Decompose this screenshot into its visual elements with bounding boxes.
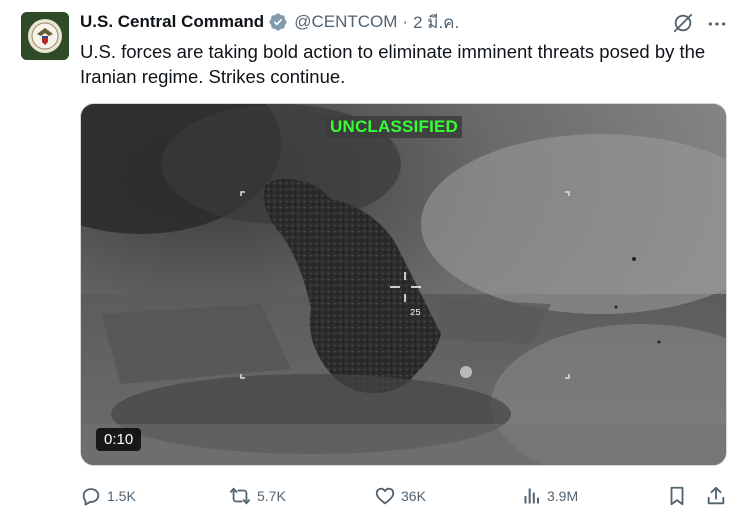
tweet-text: U.S. forces are taking bold action to el… (80, 41, 706, 87)
action-bar: 1.5K 5.7K 36K 3.9M (0, 482, 743, 510)
like-icon (374, 485, 396, 507)
bookmark-icon (666, 485, 688, 507)
tweet-header: U.S. Central Command @CENTCOM · 2 มี.ค. (80, 11, 459, 33)
reply-count: 1.5K (107, 488, 136, 504)
avatar[interactable] (21, 12, 69, 60)
share-icon (705, 485, 727, 507)
views-button[interactable]: 3.9M (522, 482, 578, 510)
video-duration: 0:10 (96, 428, 142, 451)
reticle-readout: 25 (410, 308, 421, 318)
reply-button[interactable]: 1.5K (80, 482, 136, 510)
reply-icon (80, 485, 102, 507)
views-icon (522, 486, 542, 506)
more-icon[interactable] (707, 14, 727, 34)
video-frame: 25 (81, 104, 726, 465)
classification-label: UNCLASSIFIED (326, 116, 463, 138)
like-button[interactable]: 36K (374, 482, 426, 510)
video-player[interactable]: 25 UNCLASSIFIED 0:10 (80, 103, 727, 466)
centcom-seal-icon (21, 12, 69, 60)
tweet-date[interactable]: 2 มี.ค. (413, 9, 459, 36)
repost-button[interactable]: 5.7K (228, 482, 286, 510)
author-handle[interactable]: @CENTCOM (294, 12, 397, 32)
views-count: 3.9M (547, 488, 579, 504)
grok-icon[interactable] (672, 12, 694, 34)
separator-dot: · (402, 12, 409, 31)
repost-icon (228, 485, 252, 507)
share-button[interactable] (705, 482, 727, 510)
bookmark-button[interactable] (666, 482, 688, 510)
author-name[interactable]: U.S. Central Command (80, 12, 264, 32)
repost-count: 5.7K (257, 488, 286, 504)
verified-badge-icon[interactable] (268, 12, 288, 32)
like-count: 36K (401, 488, 426, 504)
